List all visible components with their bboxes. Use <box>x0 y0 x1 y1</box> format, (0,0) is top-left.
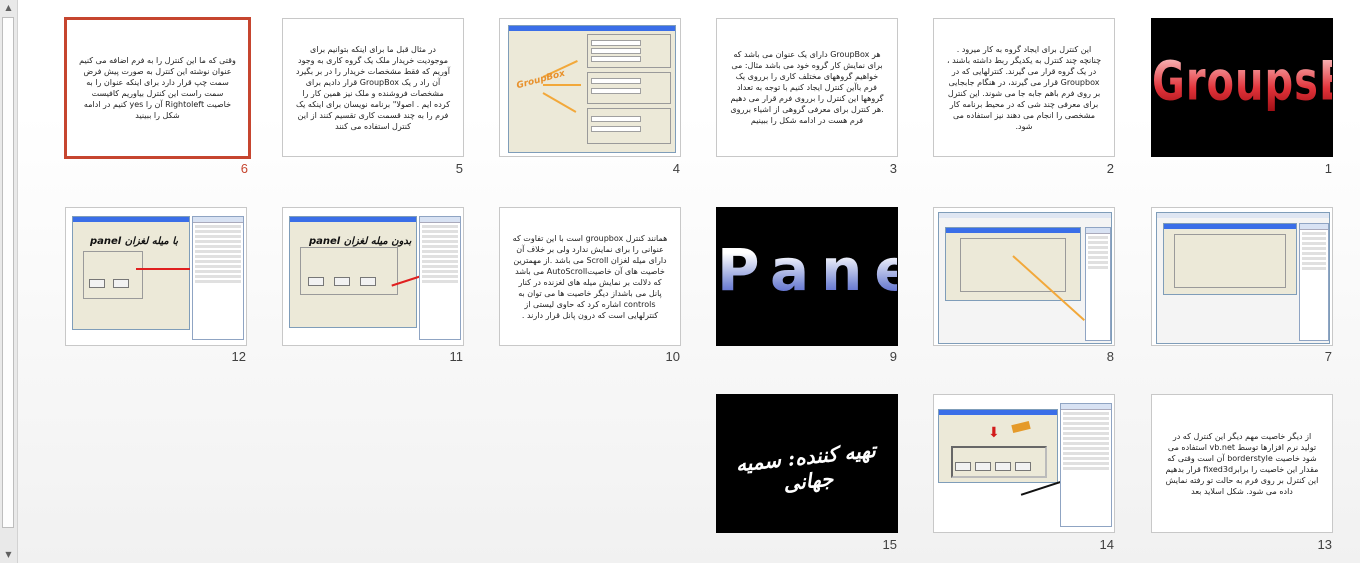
slide-thumbnail-4[interactable]: GroupBox <box>499 18 681 157</box>
slide-title-art: تهیه کننده: سمیه جهانی <box>734 437 877 496</box>
slide-number: 14 <box>1099 537 1114 552</box>
slide-text: همانند کنترل groupbox است با این تفاوت ک… <box>512 233 668 320</box>
slide-number: 9 <box>889 349 897 364</box>
form-window-screenshot <box>938 409 1058 483</box>
slide-number: 8 <box>1106 349 1114 364</box>
slide-thumbnail-8[interactable] <box>933 207 1115 346</box>
properties-panel-screenshot <box>419 216 461 340</box>
form-window-screenshot <box>508 25 676 153</box>
slide-thumbnail-12[interactable]: با میله لغزان panel <box>65 207 247 346</box>
slide-thumbnail-10[interactable]: همانند کنترل groupbox است با این تفاوت ک… <box>499 207 681 346</box>
slide-thumbnail-3[interactable]: هر GroupBox دارای یک عنوان می باشد که بر… <box>716 18 898 157</box>
down-arrow-icon: ⬇ <box>988 425 1000 441</box>
slide-label-art: با میله لغزان panel <box>90 236 179 247</box>
slide-number: 4 <box>672 161 680 176</box>
slide-thumbnail-13[interactable]: از دیگر خاصیت مهم دیگر این کنترل که در ت… <box>1151 394 1333 533</box>
slide-number: 13 <box>1317 537 1332 552</box>
scrollbar-thumb[interactable] <box>2 17 14 528</box>
form-window-screenshot <box>72 216 190 330</box>
slide-text: هر GroupBox دارای یک عنوان می باشد که بر… <box>730 50 884 125</box>
ide-screenshot <box>938 212 1112 344</box>
properties-panel-screenshot <box>1060 403 1112 527</box>
properties-panel-screenshot <box>192 216 244 340</box>
slide-thumbnail-2[interactable]: این کنترل برای ایجاد گروه به کار میرود .… <box>933 18 1115 157</box>
slide-text: از دیگر خاصیت مهم دیگر این کنترل که در ت… <box>1165 431 1319 496</box>
slide-number: 12 <box>231 349 246 364</box>
slide-number: 1 <box>1324 161 1332 176</box>
slide-title-art: GroupsBox <box>1152 51 1332 113</box>
slide-thumbnail-9[interactable]: Panel <box>716 207 898 346</box>
slide-thumbnail-6-selected[interactable]: وقتی که ما این کنترل را به فرم اضافه می … <box>64 17 251 159</box>
vertical-scrollbar[interactable]: ▲ ▼ <box>0 0 18 563</box>
slide-number: 2 <box>1106 161 1114 176</box>
slide-number: 6 <box>240 161 248 176</box>
slide-thumbnail-5[interactable]: در مثال قبل ما برای اینکه بتوانیم برای م… <box>282 18 464 157</box>
slide-thumbnail-14[interactable]: ⬇ <box>933 394 1115 533</box>
ide-screenshot <box>1156 212 1330 344</box>
slide-number: 10 <box>665 349 680 364</box>
slide-label-art: بدون میله لغزان panel <box>309 236 412 247</box>
slide-text: در مثال قبل ما برای اینکه بتوانیم برای م… <box>295 44 451 131</box>
slide-number: 5 <box>455 161 463 176</box>
form-window-screenshot <box>289 216 417 328</box>
slide-thumbnail-7[interactable] <box>1151 207 1333 346</box>
slide-thumbnail-15[interactable]: تهیه کننده: سمیه جهانی <box>716 394 898 533</box>
scroll-down-arrow-icon[interactable]: ▼ <box>1 547 16 562</box>
slide-text: این کنترل برای ایجاد گروه به کار میرود .… <box>946 44 1102 131</box>
slide-number: 15 <box>882 537 897 552</box>
slide-number: 7 <box>1324 349 1332 364</box>
slide-text: وقتی که ما این کنترل را به فرم اضافه می … <box>79 56 236 120</box>
slide-number: 3 <box>889 161 897 176</box>
slide-thumbnail-1[interactable]: GroupsBox <box>1151 18 1333 157</box>
slide-title-art: Panel <box>717 236 897 304</box>
slide-thumbnail-11[interactable]: بدون میله لغزان panel <box>282 207 464 346</box>
slide-number: 11 <box>449 349 464 364</box>
scroll-up-arrow-icon[interactable]: ▲ <box>1 0 16 15</box>
